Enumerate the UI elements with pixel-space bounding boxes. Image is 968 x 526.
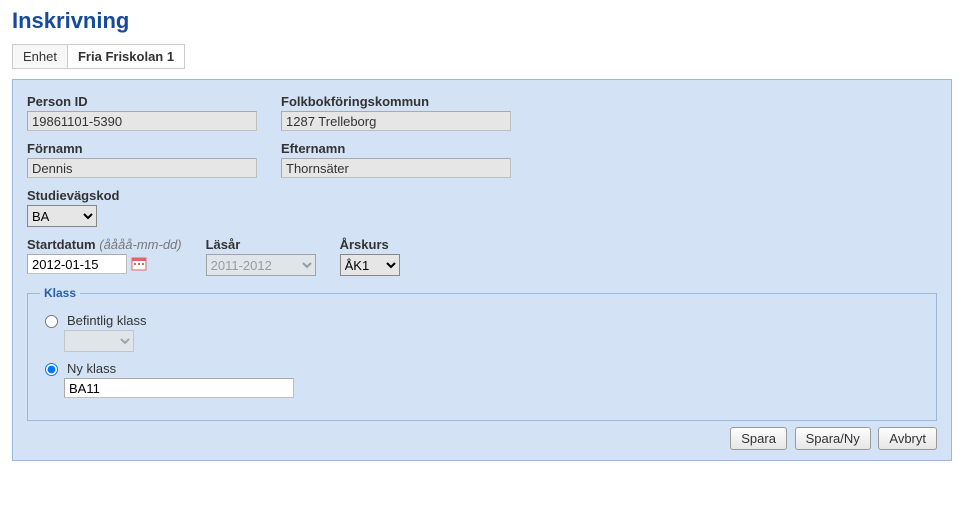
sparany-button[interactable]: Spara/Ny bbox=[795, 427, 871, 450]
ny-klass-label: Ny klass bbox=[67, 361, 116, 376]
studievag-label: Studievägskod bbox=[27, 188, 119, 203]
ny-klass-radio[interactable] bbox=[45, 363, 58, 376]
enhet-label: Enhet bbox=[13, 45, 68, 68]
ny-klass-field[interactable] bbox=[64, 378, 294, 398]
calendar-icon[interactable] bbox=[131, 256, 147, 272]
kommun-field bbox=[281, 111, 511, 131]
efternamn-field bbox=[281, 158, 511, 178]
lasar-select[interactable]: 2011-2012 bbox=[206, 254, 316, 276]
startdatum-label: Startdatum (åååå-mm-dd) bbox=[27, 237, 182, 252]
befintlig-klass-label: Befintlig klass bbox=[67, 313, 146, 328]
form-panel: Person ID Folkbokföringskommun Förnamn E… bbox=[12, 79, 952, 461]
avbryt-button[interactable]: Avbryt bbox=[878, 427, 937, 450]
klass-legend: Klass bbox=[40, 286, 80, 300]
befintlig-klass-radio[interactable] bbox=[45, 315, 58, 328]
person-id-label: Person ID bbox=[27, 94, 257, 109]
befintlig-klass-select[interactable] bbox=[64, 330, 134, 352]
fornamn-field bbox=[27, 158, 257, 178]
button-row: Spara Spara/Ny Avbryt bbox=[27, 427, 937, 450]
studievag-select[interactable]: BA bbox=[27, 205, 97, 227]
startdatum-hint: (åååå-mm-dd) bbox=[99, 237, 181, 252]
fornamn-label: Förnamn bbox=[27, 141, 257, 156]
kommun-label: Folkbokföringskommun bbox=[281, 94, 511, 109]
arskurs-select[interactable]: ÅK1 bbox=[340, 254, 400, 276]
arskurs-label: Årskurs bbox=[340, 237, 400, 252]
page-title: Inskrivning bbox=[12, 8, 956, 34]
lasar-label: Läsår bbox=[206, 237, 316, 252]
spara-button[interactable]: Spara bbox=[730, 427, 787, 450]
enhet-value: Fria Friskolan 1 bbox=[68, 45, 184, 68]
klass-fieldset: Klass Befintlig klass Ny klass bbox=[27, 286, 937, 421]
enhet-bar: Enhet Fria Friskolan 1 bbox=[12, 44, 185, 69]
efternamn-label: Efternamn bbox=[281, 141, 511, 156]
person-id-field bbox=[27, 111, 257, 131]
startdatum-field[interactable] bbox=[27, 254, 127, 274]
